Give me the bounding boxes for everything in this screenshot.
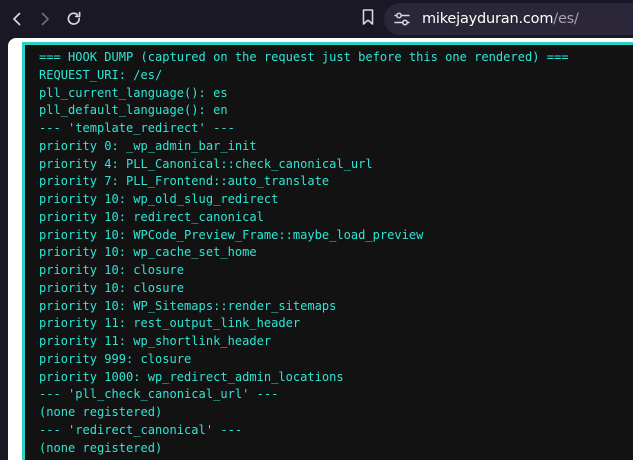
dump-line: priority 11: rest_output_link_header [39, 316, 301, 331]
dump-section-heading: --- 'template_redirect' --- [39, 121, 235, 135]
bookmark-button[interactable] [355, 6, 381, 32]
url-text[interactable]: mikejayduran.com/es/ [422, 11, 579, 27]
bookmark-icon [360, 8, 376, 30]
dump-line: priority 7: PLL_Frontend::auto_translate [39, 174, 330, 189]
dump-line: priority 10: redirect_canonical [39, 209, 264, 224]
url-host: mikejayduran.com [422, 11, 554, 27]
address-bar[interactable]: mikejayduran.com/es/ [384, 3, 633, 35]
page-viewport: === HOOK DUMP (captured on the request j… [0, 38, 633, 460]
dump-line: priority 1000: wp_redirect_admin_locatio… [39, 369, 344, 384]
hook-dump-lines: === HOOK DUMP (captured on the request j… [25, 45, 633, 457]
dump-line: REQUEST_URI: /es/ [39, 67, 163, 82]
dump-line: priority 10: wp_old_slug_redirect [39, 192, 279, 206]
dump-line: (none registered) [39, 405, 163, 419]
reload-icon [65, 10, 83, 28]
dump-section-heading: --- 'pll_check_canonical_url' --- [39, 387, 279, 402]
dump-line: priority 0: _wp_admin_bar_init [39, 138, 257, 153]
dump-line: priority 4: PLL_Canonical::check_canonic… [39, 156, 373, 171]
site-settings-icon[interactable] [392, 9, 412, 29]
dump-line: priority 10: closure [39, 280, 185, 295]
dump-line: priority 10: wp_cache_set_home [39, 245, 257, 260]
dump-line: pll_current_language(): es [39, 85, 228, 100]
url-path: /es/ [553, 11, 579, 27]
browser-toolbar: mikejayduran.com/es/ [0, 0, 633, 38]
dump-line: pll_default_language(): en [39, 103, 228, 118]
dump-section-heading: --- 'redirect_canonical' --- [39, 422, 243, 437]
reload-button[interactable] [61, 6, 87, 32]
dump-line: priority 11: wp_shortlink_header [39, 334, 272, 348]
dump-line: priority 10: closure [39, 263, 185, 277]
dump-line: (none registered) [39, 440, 163, 455]
dump-line: priority 10: WP_Sitemaps::render_sitemap… [39, 298, 337, 313]
back-button[interactable] [4, 6, 30, 32]
dump-line: priority 999: closure [39, 351, 192, 366]
dump-header-line: === HOOK DUMP (captured on the request j… [39, 50, 569, 64]
hook-dump-panel: === HOOK DUMP (captured on the request j… [22, 42, 633, 460]
arrow-right-icon [37, 11, 53, 27]
arrow-left-icon [9, 11, 25, 27]
forward-button[interactable] [32, 6, 58, 32]
dump-line: priority 10: WPCode_Preview_Frame::maybe… [39, 227, 424, 242]
